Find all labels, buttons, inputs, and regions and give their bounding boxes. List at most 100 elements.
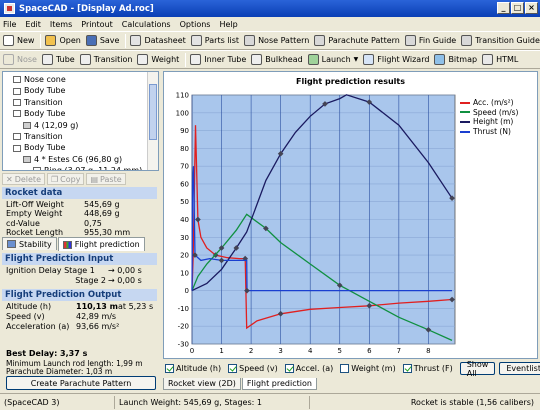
menu-file[interactable]: File: [3, 20, 16, 29]
save-button[interactable]: Save: [85, 35, 119, 46]
menu-items[interactable]: Items: [50, 20, 72, 29]
open-folder-icon: [45, 35, 57, 46]
delete-button[interactable]: ✕ Delete: [2, 173, 45, 185]
window-title: SpaceCAD - [Display Ad.roc]: [19, 3, 154, 14]
tree-scrollbar[interactable]: [147, 72, 158, 170]
part-icon: [13, 98, 21, 106]
x-tick-label: 6: [367, 347, 372, 355]
bitmap-button[interactable]: Bitmap: [434, 54, 477, 65]
menu-help[interactable]: Help: [219, 20, 237, 29]
flight-wizard-button[interactable]: Flight Wizard: [363, 54, 429, 65]
toolbar-separator: [125, 33, 127, 48]
copy-button[interactable]: ❐ Copy: [47, 173, 85, 185]
tab-rocket-view[interactable]: Rocket view (2D): [163, 378, 241, 390]
x-tick-label: 0: [190, 347, 194, 355]
bulkhead-icon: [251, 54, 263, 65]
parts-list-button[interactable]: Parts list: [190, 35, 239, 46]
y-tick-label: 80: [180, 145, 189, 153]
legend-label: Acc. (m/s²): [473, 98, 514, 108]
ignition-delay-stage1-row: Ignition Delay Stage 1 → 0,00 s: [6, 266, 142, 275]
chart-legend: Acc. (m/s²) Speed (m/s) Height (m) Thrust (…: [460, 98, 519, 136]
thrust-checkbox[interactable]: Thrust (F): [402, 364, 453, 373]
menu-calculations[interactable]: Calculations: [122, 20, 171, 29]
maximize-button[interactable]: □: [511, 2, 524, 14]
add-nose-button[interactable]: Nose: [3, 54, 37, 65]
y-tick-label: 20: [180, 252, 189, 260]
ignition-delay-stage2-row: Stage 2 → 0,00 s: [75, 276, 142, 285]
add-bulkhead-button[interactable]: Bulkhead: [251, 54, 303, 65]
tree-item[interactable]: 4 (12,09 g): [3, 120, 158, 131]
cd-value-row: cd-Value 0,75: [6, 218, 102, 228]
y-tick-label: 30: [180, 234, 189, 242]
tree-item[interactable]: Transition: [3, 131, 158, 142]
open-button[interactable]: Open: [45, 35, 81, 46]
weight-checkbox[interactable]: Weight (m): [340, 364, 396, 373]
html-button[interactable]: HTML: [482, 54, 518, 65]
y-tick-label: 0: [185, 287, 189, 295]
eventlist-button[interactable]: Eventlist: [499, 362, 540, 375]
flight-prediction-input-header: Flight Prediction Input: [2, 253, 157, 265]
launch-button[interactable]: Launch ▼: [307, 54, 359, 65]
stability-icon: [7, 240, 16, 248]
copy-icon: ❐: [51, 174, 59, 184]
create-parachute-pattern-button[interactable]: Create Parachute Pattern: [6, 376, 156, 390]
accel-checkbox[interactable]: Accel. (a): [284, 364, 333, 373]
tree-item[interactable]: Nose cone: [3, 74, 158, 85]
menu-options[interactable]: Options: [180, 20, 211, 29]
legend-entry: Thrust (N): [460, 127, 519, 137]
paste-button[interactable]: ▤ Paste: [86, 173, 126, 185]
chevron-down-icon: ▼: [353, 56, 359, 63]
close-button[interactable]: ×: [525, 2, 538, 14]
chart-options-bar: Altitude (h) Speed (v) Accel. (a) Weight…: [165, 360, 540, 378]
y-tick-label: -10: [178, 305, 189, 313]
tab-stability[interactable]: Stability: [2, 237, 57, 250]
tree-item[interactable]: Body Tube: [3, 108, 158, 119]
tree-item[interactable]: Transition: [3, 97, 158, 108]
tab-flight-prediction[interactable]: Flight prediction: [57, 237, 145, 251]
scrollbar-thumb[interactable]: [149, 84, 157, 140]
parachute-pattern-button[interactable]: Parachute Pattern: [314, 35, 400, 46]
menu-edit[interactable]: Edit: [25, 20, 41, 29]
parts-list-icon: [190, 35, 202, 46]
show-all-button[interactable]: Show All: [459, 360, 496, 378]
main-toolbar: New Open Save Datasheet Parts list Nose …: [0, 31, 540, 50]
altitude-row: Altitude (h) 110,13 m at 5,23 s: [6, 302, 154, 311]
tab-flight-prediction-view[interactable]: Flight prediction: [241, 378, 317, 390]
flight-wizard-icon: [363, 54, 375, 65]
fin-guide-button[interactable]: Fin Guide: [404, 35, 456, 46]
part-icon: [13, 87, 21, 95]
x-tick-label: 3: [278, 347, 282, 355]
toolbar-separator: [40, 33, 42, 48]
tree-item[interactable]: Body Tube: [3, 142, 158, 153]
html-icon: [482, 54, 494, 65]
add-inner-tube-button[interactable]: Inner Tube: [190, 54, 246, 65]
tube-icon: [41, 54, 53, 65]
speed-checkbox[interactable]: Speed (v): [228, 364, 278, 373]
new-button[interactable]: New: [3, 35, 34, 46]
fin-guide-icon: [404, 35, 416, 46]
add-weight-button[interactable]: Weight: [137, 54, 179, 65]
nose-pattern-button[interactable]: Nose Pattern: [244, 35, 309, 46]
altitude-checkbox[interactable]: Altitude (h): [165, 364, 221, 373]
parachute-diameter: Parachute Diameter: 1,03 m: [6, 367, 113, 376]
parts-tree[interactable]: Nose cone Body Tube Transition Body Tube 4 (…: [2, 71, 159, 171]
legend-label: Height (m): [473, 117, 514, 127]
part-icon: [13, 76, 21, 84]
tree-item[interactable]: Ring (3,07 g, 11,24 mm): [3, 165, 158, 170]
legend-swatch: [460, 101, 470, 104]
add-tube-button[interactable]: Tube: [41, 54, 75, 65]
tree-item[interactable]: Body Tube: [3, 85, 158, 96]
datasheet-button[interactable]: Datasheet: [130, 35, 186, 46]
add-transition-button[interactable]: Transition: [79, 54, 132, 65]
tree-item[interactable]: 4 * Estes C6 (96,80 g): [3, 154, 158, 165]
best-delay: Best Delay: 3,37 s: [6, 349, 88, 358]
empty-weight-row: Empty Weight 448,69 g: [6, 209, 120, 219]
status-bar: (SpaceCAD 3) Launch Weight: 545,69 g, St…: [0, 393, 540, 410]
x-tick-label: 7: [397, 347, 401, 355]
parts-toolbar: Nose Tube Transition Weight Inner Tube B…: [0, 50, 540, 69]
minimize-button[interactable]: _: [497, 2, 510, 14]
y-tick-label: 70: [180, 163, 189, 171]
parachute-pattern-icon: [314, 35, 326, 46]
transition-guide-button[interactable]: Transition Guide: [461, 35, 540, 46]
menu-printout[interactable]: Printout: [81, 20, 113, 29]
